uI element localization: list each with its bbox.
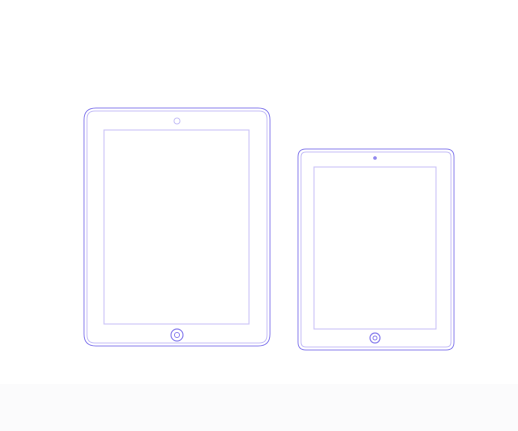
large-tablet-outer-body xyxy=(83,107,271,347)
tablet-illustration xyxy=(83,107,455,351)
small-tablet-outer-body xyxy=(297,148,455,351)
large-tablet-inner-body xyxy=(86,110,268,344)
large-tablet-camera-icon xyxy=(173,117,181,125)
small-tablet-camera-icon xyxy=(373,156,377,160)
large-tablet-home-button-center xyxy=(174,332,180,338)
small-tablet-icon xyxy=(297,148,455,351)
large-tablet-home-button-icon xyxy=(170,328,184,342)
large-tablet-icon xyxy=(83,107,271,347)
small-tablet-home-button-icon xyxy=(369,332,381,344)
large-tablet-screen xyxy=(103,129,250,325)
small-tablet-screen xyxy=(313,166,437,330)
small-tablet-home-button-center xyxy=(372,335,378,341)
small-tablet-inner-body xyxy=(300,151,452,348)
canvas xyxy=(0,0,518,431)
